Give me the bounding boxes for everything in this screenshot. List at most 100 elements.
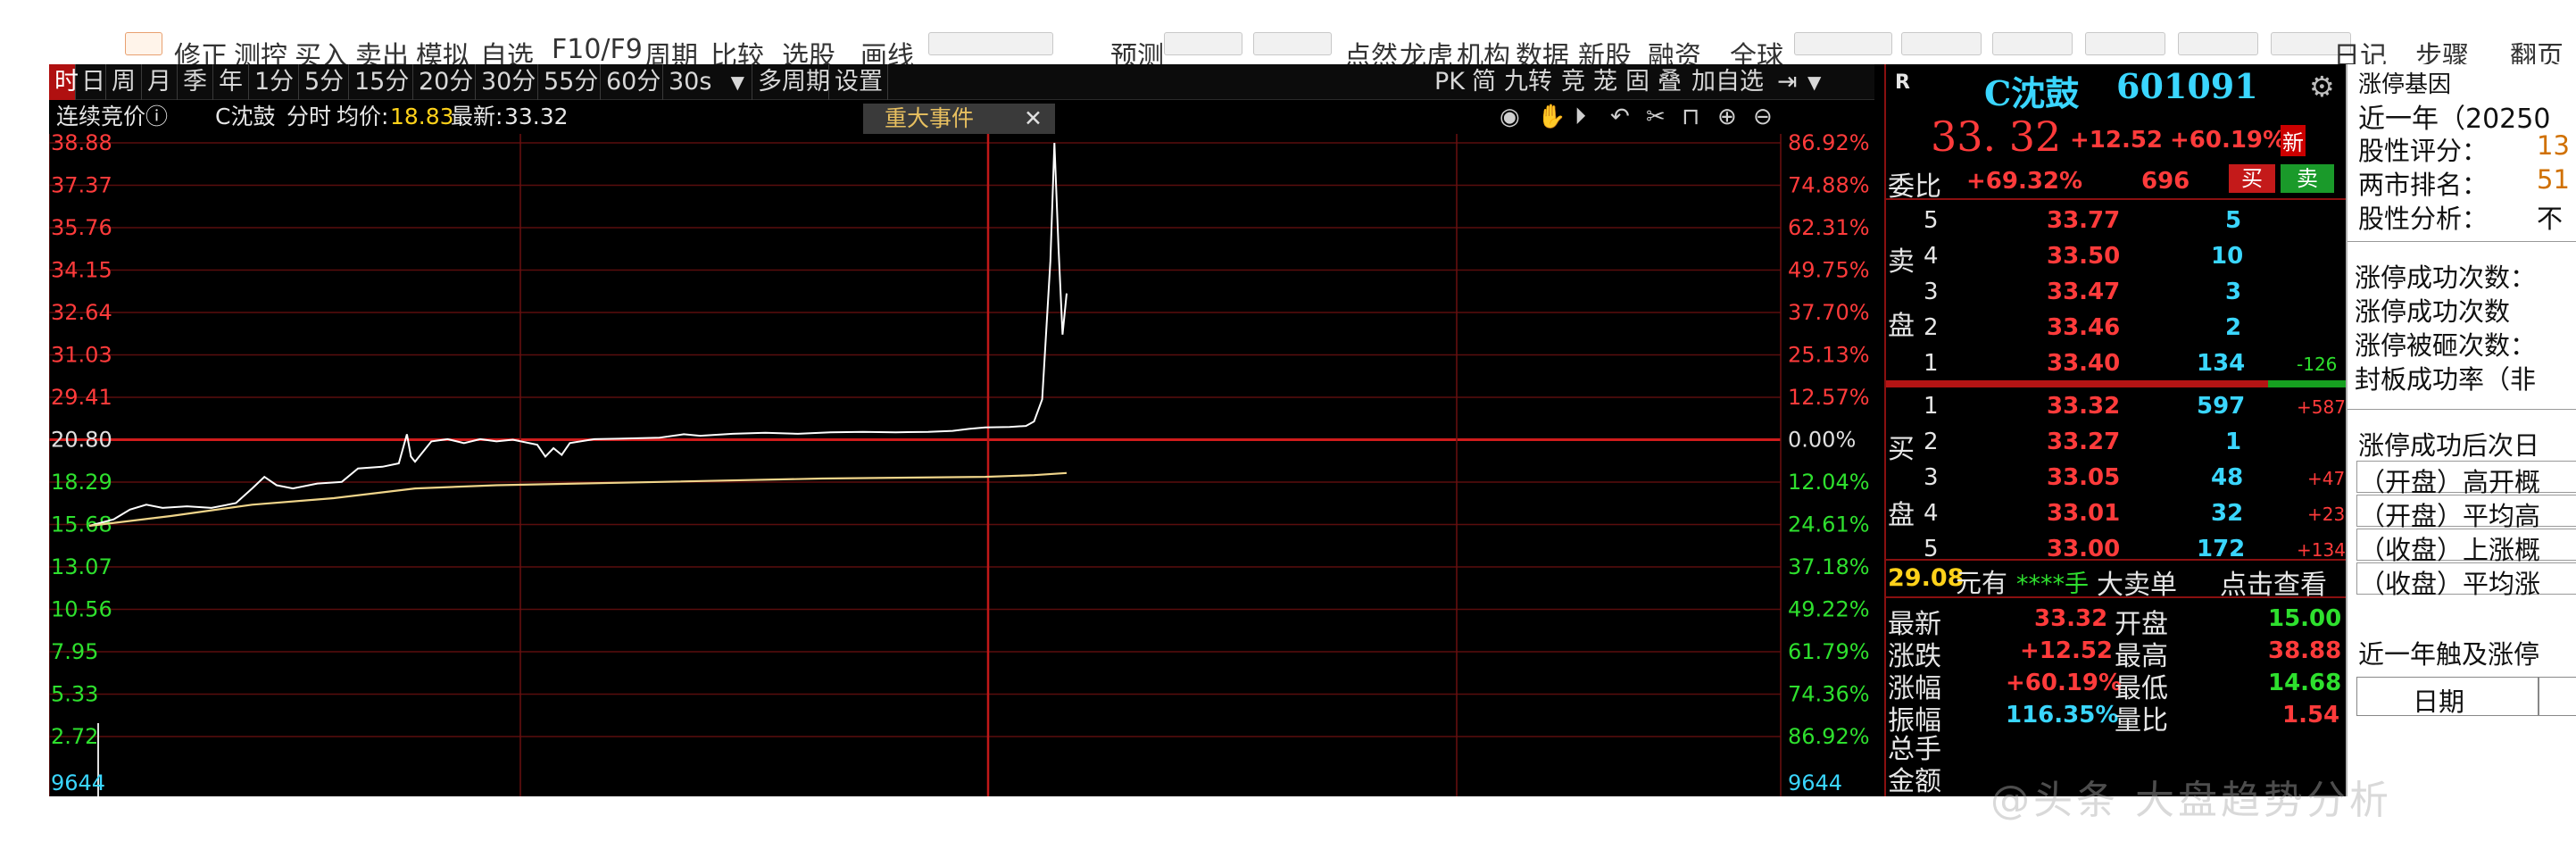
y-tick-right: 86.92% — [1788, 724, 1870, 749]
major-event-chip[interactable]: 重大事件 ✕ — [863, 104, 1055, 134]
zoom-out-icon[interactable]: ⊖ — [1753, 104, 1773, 130]
pk-button[interactable]: PK — [1434, 64, 1465, 100]
intraday-chart[interactable]: 38.88 37.37 35.76 34.15 32.64 31.03 29.41 20.80… — [49, 134, 1874, 796]
spread-bar-red — [1886, 380, 2268, 387]
limit-up-stat: 涨停成功次数 — [2355, 296, 2511, 327]
tab-monthly[interactable]: 月 — [142, 64, 178, 100]
lock-icon[interactable]: ⊓ — [1682, 104, 1699, 130]
toolbar-button[interactable] — [1901, 32, 1982, 55]
next-day-title: 涨停成功后次日 — [2358, 430, 2540, 461]
tab-yearly[interactable]: 年 — [213, 64, 249, 100]
menu-item[interactable]: 买入 — [295, 34, 348, 64]
menu-item[interactable]: 翻页 — [2510, 34, 2564, 64]
menu-item[interactable]: 数据 — [1516, 34, 1569, 64]
y-tick-right: 25.13% — [1788, 343, 1870, 368]
tab-30s[interactable]: 30s ▼ — [663, 64, 752, 100]
y-tick-right: 37.18% — [1788, 554, 1870, 579]
major-event-label: 重大事件 — [885, 105, 975, 131]
tab-intraday[interactable]: 时 — [49, 64, 79, 100]
menu-item[interactable]: 比较 — [710, 34, 764, 64]
tab-1min[interactable]: 1分 — [249, 64, 299, 100]
menu-item[interactable]: 卖出 — [355, 34, 409, 64]
ask-level-num: 4 — [1924, 243, 1939, 270]
toolbar-button[interactable] — [928, 32, 1053, 55]
sell-button[interactable]: 卖 — [2281, 164, 2334, 193]
tab-30min[interactable]: 30分 — [476, 64, 538, 100]
weibi-value: +69.32% — [1966, 168, 2083, 195]
menu-item[interactable]: 步骤 — [2415, 34, 2469, 64]
toolbar-button[interactable] — [2178, 32, 2258, 55]
close-icon[interactable]: ✕ — [1024, 104, 1043, 134]
menu-chevron-icon[interactable]: ▼ — [1807, 64, 1821, 100]
simplified-button[interactable]: 简 — [1472, 64, 1496, 100]
buy-button[interactable]: 买 — [2229, 164, 2275, 193]
tab-20min[interactable]: 20分 — [413, 64, 476, 100]
toolbar-button[interactable] — [1794, 32, 1892, 55]
menu-item[interactable]: 修正 — [174, 34, 228, 64]
menu-item[interactable]: 日记 — [2333, 34, 2387, 64]
play-icon[interactable]: ⏵ — [1575, 104, 1586, 131]
add-watchlist-button[interactable]: 加自选 — [1691, 64, 1764, 100]
stat-value: 14.68 — [2268, 670, 2342, 696]
sell-side-label: 盘 — [1888, 311, 1915, 342]
table-header-cell — [2539, 677, 2576, 716]
menu-item[interactable]: 新股 — [1578, 34, 1632, 64]
weibi-diff: 696 — [2141, 168, 2190, 195]
overlay-button[interactable]: 叠 — [1658, 64, 1682, 100]
ask-price: 33.47 — [2047, 279, 2121, 305]
expand-icon[interactable]: ⇥ — [1777, 64, 1798, 100]
y-tick-left: 18.29 — [51, 470, 112, 495]
toolbar-button[interactable] — [1164, 32, 1242, 55]
menu-item[interactable]: 龙虎 — [1400, 34, 1453, 64]
tab-15min[interactable]: 15分 — [349, 64, 413, 100]
menu-item[interactable]: 周期 — [644, 34, 698, 64]
toolbar-button[interactable] — [1992, 32, 2073, 55]
auction-button[interactable]: 竞 — [1561, 64, 1585, 100]
tab-settings[interactable]: 设置 — [829, 64, 888, 100]
bid-price: 33.01 — [2047, 500, 2121, 527]
limit-up-stat: 涨停被砸次数： — [2355, 330, 2537, 361]
tool-button[interactable]: 茏 — [1593, 64, 1617, 100]
menu-item[interactable]: 预测 — [1110, 34, 1164, 64]
toolbar-button[interactable] — [2085, 32, 2165, 55]
undo-icon[interactable]: ↶ — [1610, 104, 1630, 130]
y-tick-left: 29.41 — [51, 385, 112, 410]
nine-turn-button[interactable]: 九转 — [1504, 64, 1552, 100]
toolbar-button[interactable] — [1253, 32, 1332, 55]
menu-item[interactable]: 全球 — [1730, 34, 1783, 64]
y-tick-right: 24.61% — [1788, 512, 1870, 537]
y-axis-left: 38.88 37.37 35.76 34.15 32.64 31.03 29.41 20.80… — [51, 134, 112, 795]
eye-icon[interactable]: ◉ — [1500, 104, 1520, 130]
zoom-in-icon[interactable]: ⊕ — [1717, 104, 1737, 130]
price-change: +12.52 — [2070, 127, 2164, 154]
next-day-item: （收盘）上涨概 — [2356, 529, 2576, 565]
menu-item[interactable]: F10/F9 — [552, 34, 643, 64]
tab-multi-period[interactable]: 多周期 — [752, 64, 830, 100]
menu-item[interactable]: 点然 — [1344, 34, 1398, 64]
menu-item[interactable]: 测控 — [234, 34, 287, 64]
buy-side-label: 盘 — [1888, 500, 1915, 531]
tab-60min[interactable]: 60分 — [601, 64, 663, 100]
fixed-button[interactable]: 固 — [1625, 64, 1649, 100]
menu-item[interactable]: 机构 — [1457, 34, 1510, 64]
hand-icon[interactable]: ✋ — [1537, 104, 1566, 130]
tab-5min[interactable]: 5分 — [299, 64, 349, 100]
menu-item[interactable]: 融资 — [1648, 34, 1701, 64]
menu-item[interactable]: 选股 — [782, 34, 835, 64]
menu-item[interactable]: 画线 — [860, 34, 914, 64]
gear-icon[interactable]: ⚙ — [2309, 70, 2335, 104]
menu-dropdown-button[interactable] — [125, 32, 162, 55]
date-table-header[interactable]: 日期 — [2356, 677, 2539, 717]
tab-weekly[interactable]: 周 — [106, 64, 142, 100]
tab-55min[interactable]: 55分 — [538, 64, 601, 100]
menu-item[interactable]: 自选 — [480, 34, 534, 64]
menu-item[interactable]: 模拟 — [416, 34, 469, 64]
chart-grid — [49, 134, 1782, 796]
divider — [1886, 198, 2346, 200]
scissors-icon[interactable]: ✂ — [1646, 104, 1666, 130]
limit-up-row: 股性分析： — [2358, 204, 2489, 234]
bid-volume-change: +23 — [2307, 504, 2346, 525]
tab-quarterly[interactable]: 季 — [178, 64, 213, 100]
tab-daily[interactable]: 日 — [76, 64, 106, 100]
date-header-label: 日期 — [2413, 687, 2465, 717]
